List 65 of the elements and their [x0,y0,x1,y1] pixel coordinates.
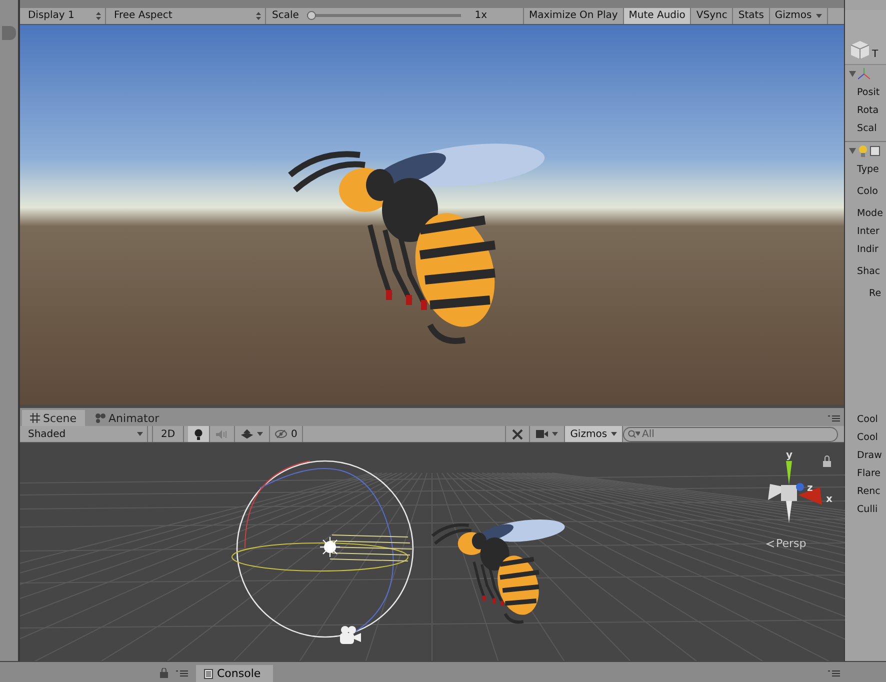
view-tab[interactable]: Scene [22,410,85,426]
toggle-button[interactable]: Mute Audio [624,8,692,24]
axis-label: x [826,494,832,505]
grid-icon [30,413,40,423]
axes-icon [858,68,870,80]
slider-thumb[interactable] [306,11,316,20]
gizmos-dropdown[interactable]: Gizmos [565,426,624,442]
caret-icon [257,432,264,436]
caret-icon [256,12,261,20]
checkbox-icon[interactable] [870,146,880,156]
panel-handle[interactable] [2,26,16,40]
mode-2d-toggle[interactable]: 2D [152,426,184,442]
object-name: T [872,49,878,60]
property-label: Indir [856,242,880,256]
axis-label: y [786,450,793,461]
scale-value: 1x [474,10,487,22]
document-icon [204,668,213,678]
menu-icon[interactable] [176,670,188,677]
caret-icon [96,12,101,20]
scale-label: Scale [272,10,299,22]
transform-tools-button[interactable] [505,426,530,442]
caret-icon [136,432,143,436]
property-label: Renc [856,484,882,498]
lighting-toggle[interactable] [188,426,210,442]
nodes-icon [94,413,106,423]
search-field[interactable]: All [623,426,838,442]
camera-icon [536,430,548,438]
camera-icon [340,626,361,644]
search-icon [628,430,640,438]
cube-icon [850,40,870,60]
property-label: Shac [856,264,882,278]
property-label: Rota [856,104,880,118]
property-label: Cool [856,430,879,444]
property-label: Inter [856,224,880,238]
bulb-icon [858,145,868,157]
property-label: Draw [856,448,883,462]
property-label: Posit [856,86,881,100]
property-label: Cool [856,412,879,426]
property-label: Mode [856,206,884,220]
expand-arrow-icon[interactable] [849,148,856,154]
expand-arrow-icon[interactable] [849,71,856,77]
bulb-icon [194,428,204,440]
property-label: Type [856,162,880,176]
menu-icon[interactable] [828,415,840,422]
property-label: Re [868,286,882,300]
tools-icon [512,428,524,440]
property-label: Scal [856,122,878,136]
caret-icon [552,432,558,436]
property-label: Culli [856,502,879,516]
speaker-icon [216,430,228,438]
property-label: Flare [856,466,882,480]
lock-icon[interactable] [822,456,831,467]
axis-gizmo-drawing [768,461,822,523]
caret-icon [611,432,618,436]
caret-icon [816,14,822,18]
axis-label: z [806,483,813,494]
console-tab[interactable]: Console [196,665,273,682]
property-label: Colo [856,184,879,198]
menu-icon[interactable] [828,670,840,677]
lock-icon[interactable] [160,668,168,678]
search-input[interactable]: All [642,428,822,440]
eye-icon [275,430,288,438]
layers-icon [241,429,254,439]
projection-toggle[interactable]: Persp [766,537,806,550]
chevron-icon [766,540,774,548]
